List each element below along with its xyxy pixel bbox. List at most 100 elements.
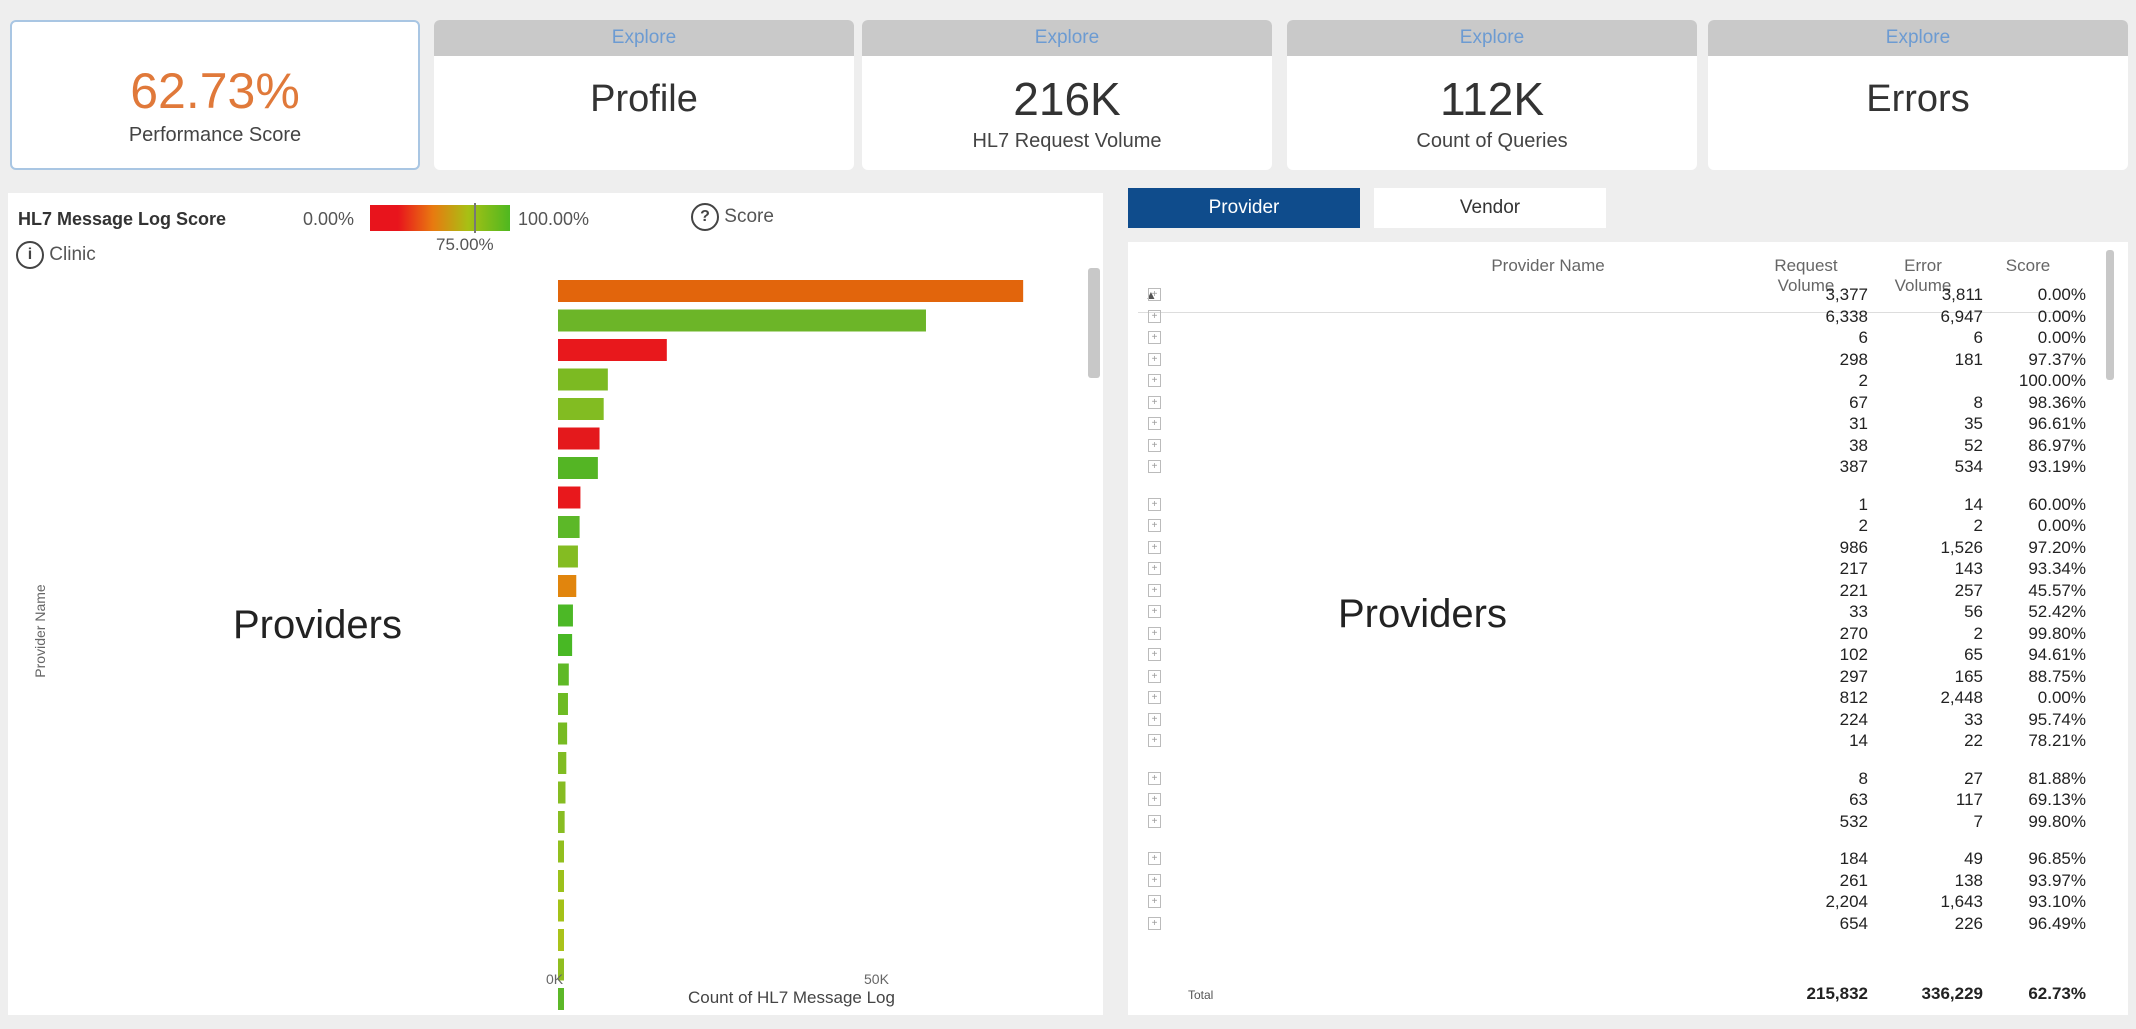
table-row[interactable]: +2,204 1,643 93.10%: [1128, 890, 2128, 913]
table-row[interactable]: +986 1,526 97.20%: [1128, 536, 2128, 559]
table-row[interactable]: +67 8 98.36%: [1128, 391, 2128, 414]
bar-24[interactable]: [558, 988, 564, 1010]
bar-3[interactable]: [558, 368, 608, 391]
bar-13[interactable]: [558, 663, 569, 686]
table-row[interactable]: +270 2 99.80%: [1128, 622, 2128, 645]
expand-icon[interactable]: +: [1148, 793, 1161, 806]
cell-request-volume: 2: [1858, 516, 1868, 535]
bar-18[interactable]: [558, 811, 565, 833]
cell-score: 0.00%: [2037, 328, 2086, 347]
bar-11[interactable]: [558, 604, 573, 627]
queries-explore-link[interactable]: Explore: [1287, 20, 1697, 56]
errors-explore-link[interactable]: Explore: [1708, 20, 2128, 56]
table-scrollbar[interactable]: [2106, 250, 2114, 380]
tab-vendor[interactable]: Vendor: [1374, 188, 1606, 228]
bar-14[interactable]: [558, 693, 568, 715]
bar-8[interactable]: [558, 516, 580, 538]
expand-icon[interactable]: +: [1148, 583, 1161, 597]
hl7-request-card[interactable]: Explore 216K HL7 Request Volume: [862, 20, 1272, 170]
expand-icon[interactable]: +: [1148, 497, 1161, 511]
table-row[interactable]: +654 226 96.49%: [1128, 912, 2128, 935]
table-row[interactable]: +33 56 52.42%: [1128, 600, 2128, 623]
bar-7[interactable]: [558, 486, 581, 509]
expand-icon[interactable]: +: [1148, 562, 1161, 575]
expand-icon[interactable]: +: [1148, 309, 1161, 323]
table-row[interactable]: +3,377 3,811 0.00%: [1128, 283, 2128, 306]
table-row[interactable]: +2 2 0.00%: [1128, 514, 2128, 537]
table-row[interactable]: +6,338 6,947 0.00%: [1128, 305, 2128, 328]
expand-icon[interactable]: +: [1148, 814, 1161, 828]
performance-score-card[interactable]: 62.73% Performance Score: [10, 20, 420, 170]
expand-icon[interactable]: +: [1148, 460, 1161, 473]
bar-21[interactable]: [558, 899, 564, 922]
table-row[interactable]: +184 49 96.85%: [1128, 847, 2128, 870]
chart-scrollbar[interactable]: [1088, 268, 1100, 378]
col-score[interactable]: Score: [1968, 256, 2088, 276]
expand-icon[interactable]: +: [1148, 691, 1161, 704]
hl7-explore-link[interactable]: Explore: [862, 20, 1272, 56]
table-row[interactable]: +387 534 93.19%: [1128, 455, 2128, 478]
table-row[interactable]: +102 65 94.61%: [1128, 643, 2128, 666]
bar-12[interactable]: [558, 634, 573, 656]
table-row[interactable]: +63 117 69.13%: [1128, 788, 2128, 811]
bar-9[interactable]: [558, 545, 578, 568]
cell-error-volume: 65: [1964, 645, 1983, 664]
table-row[interactable]: +2 100.00%: [1128, 369, 2128, 392]
expand-icon[interactable]: +: [1148, 519, 1161, 532]
bar-15[interactable]: [558, 722, 568, 745]
profile-card[interactable]: Explore Profile: [434, 20, 854, 170]
expand-icon[interactable]: +: [1148, 352, 1161, 366]
table-row[interactable]: +38 52 86.97%: [1128, 434, 2128, 457]
bar-20[interactable]: [558, 870, 564, 892]
expand-icon[interactable]: +: [1148, 734, 1161, 747]
table-row[interactable]: +261 138 93.97%: [1128, 869, 2128, 892]
expand-icon[interactable]: +: [1148, 895, 1161, 908]
table-row[interactable]: +298 181 97.37%: [1128, 348, 2128, 371]
bar-0[interactable]: [558, 280, 1024, 302]
table-row[interactable]: +14 22 78.21%: [1128, 729, 2128, 752]
errors-card[interactable]: Explore Errors: [1708, 20, 2128, 170]
expand-icon[interactable]: +: [1148, 712, 1161, 726]
expand-icon[interactable]: +: [1148, 331, 1161, 344]
bar-17[interactable]: [558, 781, 566, 804]
bar-6[interactable]: [558, 457, 598, 479]
tab-provider[interactable]: Provider: [1128, 188, 1360, 228]
table-row[interactable]: +221 257 45.57%: [1128, 579, 2128, 602]
table-row[interactable]: +31 35 96.61%: [1128, 412, 2128, 435]
expand-icon[interactable]: +: [1148, 374, 1161, 387]
cell-request-volume: 63: [1849, 790, 1868, 809]
bar-16[interactable]: [558, 752, 567, 774]
expand-icon[interactable]: +: [1148, 626, 1161, 640]
queries-card[interactable]: Explore 112K Count of Queries: [1287, 20, 1697, 170]
table-row[interactable]: +217 143 93.34%: [1128, 557, 2128, 580]
bar-4[interactable]: [558, 398, 604, 420]
bar-5[interactable]: [558, 427, 600, 450]
table-row[interactable]: +812 2,448 0.00%: [1128, 686, 2128, 709]
table-row[interactable]: +6 6 0.00%: [1128, 326, 2128, 349]
expand-icon[interactable]: +: [1148, 852, 1161, 865]
table-row[interactable]: +532 7 99.80%: [1128, 810, 2128, 833]
x-axis-title: Count of HL7 Message Log: [688, 988, 895, 1007]
bar-10[interactable]: [558, 575, 577, 597]
expand-icon[interactable]: +: [1148, 605, 1161, 618]
expand-icon[interactable]: +: [1148, 873, 1161, 887]
table-row[interactable]: +224 33 95.74%: [1128, 708, 2128, 731]
bar-1[interactable]: [558, 309, 926, 332]
table-row[interactable]: +1 14 60.00%: [1128, 493, 2128, 516]
expand-icon[interactable]: +: [1148, 438, 1161, 452]
expand-icon[interactable]: +: [1148, 540, 1161, 554]
col-provider-name[interactable]: Provider Name: [1348, 256, 1748, 276]
bar-19[interactable]: [558, 840, 564, 863]
expand-icon[interactable]: +: [1148, 669, 1161, 683]
table-row[interactable]: +297 165 88.75%: [1128, 665, 2128, 688]
table-row[interactable]: +8 27 81.88%: [1128, 767, 2128, 790]
profile-explore-link[interactable]: Explore: [434, 20, 854, 56]
expand-icon[interactable]: +: [1148, 417, 1161, 430]
expand-icon[interactable]: +: [1148, 771, 1161, 785]
expand-icon[interactable]: +: [1148, 288, 1161, 301]
bar-2[interactable]: [558, 339, 667, 361]
bar-22[interactable]: [558, 929, 564, 951]
expand-icon[interactable]: +: [1148, 648, 1161, 661]
expand-icon[interactable]: +: [1148, 916, 1161, 930]
expand-icon[interactable]: +: [1148, 395, 1161, 409]
